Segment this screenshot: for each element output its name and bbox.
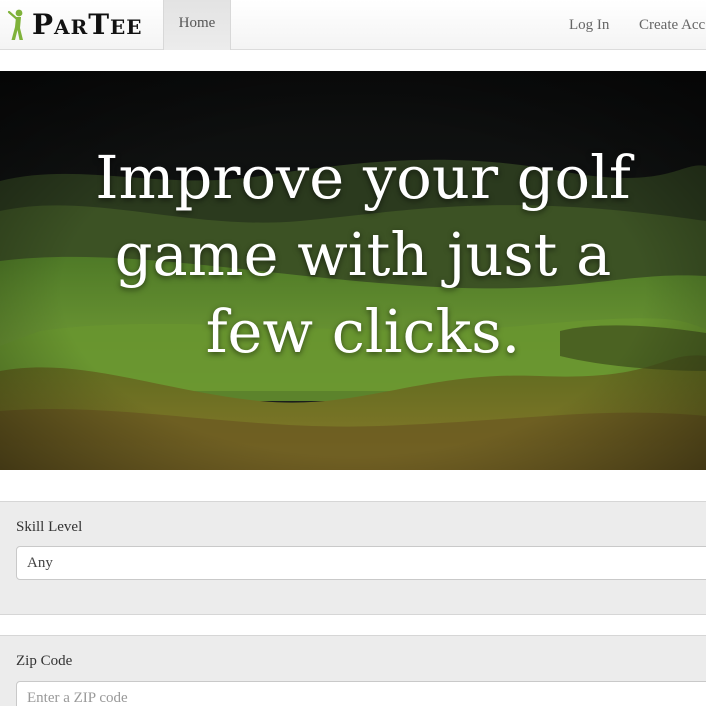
zip-code-label: Zip Code [16, 653, 73, 669]
skill-level-panel: Skill Level Any [0, 501, 706, 615]
hero-banner: Improve your golf game with just a few c… [0, 71, 706, 470]
hero-headline: Improve your golf game with just a few c… [95, 143, 631, 366]
skill-level-label: Skill Level [16, 519, 83, 535]
zip-code-panel: Zip Code [0, 635, 706, 706]
top-navbar: ParTee Home Log In Create Acc [0, 0, 706, 50]
brand-logo[interactable]: ParTee [6, 6, 143, 44]
nav-home-link[interactable]: Home [163, 0, 231, 50]
skill-level-select[interactable]: Any [16, 546, 706, 580]
golfer-icon [7, 9, 23, 40]
nav-login-link[interactable]: Log In [569, 0, 609, 50]
brand-name: ParTee [32, 8, 143, 41]
zip-code-input[interactable] [16, 681, 706, 706]
nav-create-account-link[interactable]: Create Acc [639, 0, 706, 50]
